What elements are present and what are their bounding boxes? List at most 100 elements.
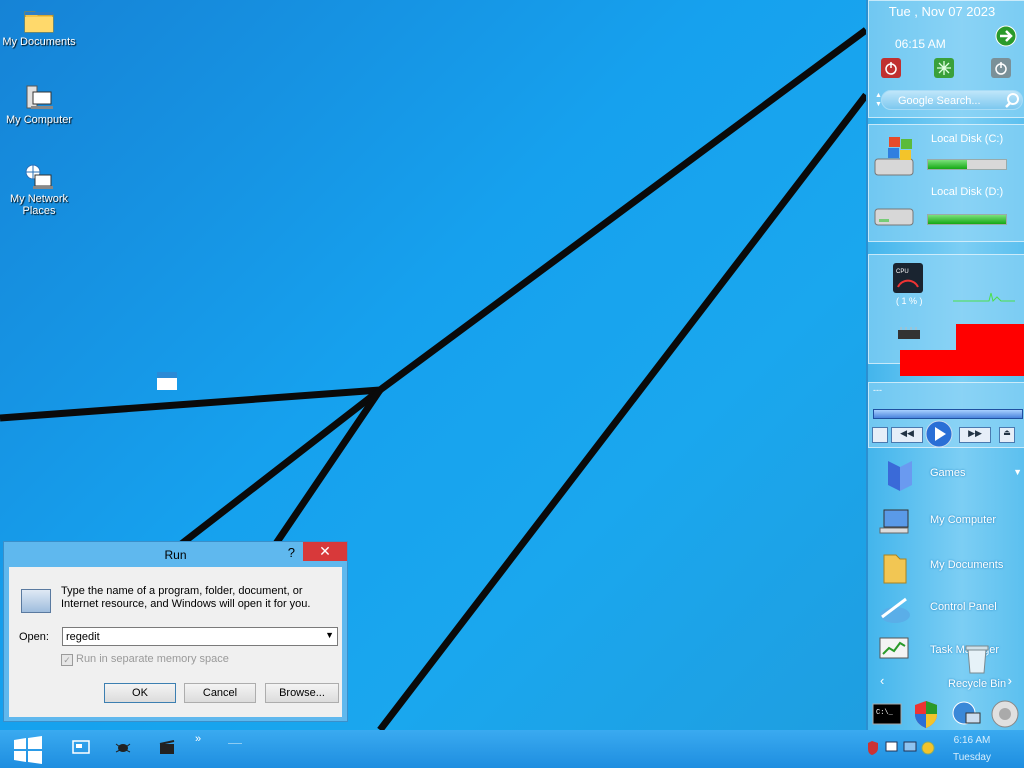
network-globe-icon[interactable] — [950, 699, 982, 729]
taskbar-clock[interactable]: 6:16 AM Tuesday — [944, 732, 1000, 766]
clock-day: Tuesday — [953, 752, 991, 763]
folder-icon — [23, 6, 55, 34]
network-icon — [903, 741, 917, 752]
clock-time: 6:16 AM — [953, 735, 991, 746]
power-icon[interactable] — [881, 58, 901, 78]
desktop-icon-my-computer[interactable]: My Computer — [0, 84, 78, 126]
clock-panel: Tue , Nov 07 2023 06:15 AM ▲ ▼ Google Sea… — [868, 0, 1024, 118]
restart-icon[interactable] — [934, 58, 954, 78]
disk-c-usage-fill — [928, 160, 967, 169]
close-button[interactable]: ✕ — [303, 542, 347, 561]
launcher-label: Control Panel — [930, 601, 997, 613]
taskbar: » 6:16 AM Tuesday — [0, 730, 1024, 768]
security-shield-icon[interactable] — [912, 699, 940, 729]
open-input[interactable] — [66, 629, 306, 644]
disk-panel: Local Disk (C:) Local Disk (D:) — [868, 124, 1024, 242]
scroll-right-icon[interactable]: › — [1008, 673, 1012, 688]
computer-icon — [879, 509, 909, 534]
open-combobox[interactable]: ▼ — [62, 627, 338, 646]
launcher-item-my-documents[interactable]: My Documents — [868, 547, 1024, 587]
desktop-icon-label: My Documents — [2, 36, 76, 48]
cpu-percent: ( 1 % ) — [896, 296, 923, 306]
disk-c-usage-bar — [927, 159, 1007, 170]
sidebar: Tue , Nov 07 2023 06:15 AM ▲ ▼ Google Sea… — [866, 0, 1024, 730]
disk-d-label: Local Disk (D:) — [931, 186, 1004, 198]
desktop-icon-label: My Network Places — [9, 193, 69, 217]
ok-button[interactable]: OK — [104, 683, 176, 703]
task-manager-icon — [879, 637, 909, 659]
quick-launch-bar: C:\_ — [868, 697, 1024, 730]
eject-icon[interactable]: ⏏ — [999, 427, 1015, 443]
rewind-icon[interactable]: ◀◀ — [891, 427, 923, 443]
arrow-right-icon[interactable] — [995, 25, 1017, 47]
update-icon — [921, 741, 935, 755]
desktop-icon-label: My Computer — [5, 114, 73, 126]
folder-icon — [883, 554, 907, 584]
separate-memory-checkbox: ✓ Run in separate memory space — [61, 653, 229, 666]
cpu-graph — [953, 292, 1015, 302]
cancel-button[interactable]: Cancel — [184, 683, 256, 703]
search-icon[interactable] — [1004, 92, 1020, 108]
taskbar-overflow-chevron[interactable]: » — [195, 733, 201, 745]
run-dialog[interactable]: Run ? ✕ Type the name of a program, fold… — [3, 541, 348, 722]
disk-d-usage-bar — [927, 214, 1007, 225]
desktop[interactable]: My Documents My Computer My Network Plac… — [0, 0, 866, 730]
run-icon — [21, 589, 51, 613]
disk-c-label: Local Disk (C:) — [931, 133, 1004, 145]
open-label: Open: — [19, 631, 49, 643]
browse-button[interactable]: Browse... — [265, 683, 339, 703]
launcher-item-task-manager[interactable]: Task Manager — [868, 632, 1024, 672]
monitor-icon — [885, 741, 898, 752]
show-desktop-icon[interactable] — [72, 739, 90, 755]
shield-icon — [868, 741, 878, 755]
sidebar-time: 06:15 AM — [895, 37, 946, 51]
system-tray — [868, 741, 935, 755]
chevron-down-icon[interactable]: ▼ — [1013, 467, 1022, 477]
speaker-icon[interactable] — [990, 699, 1020, 729]
clapper-icon[interactable] — [158, 739, 176, 755]
help-button[interactable]: ? — [288, 545, 295, 560]
launcher-item-games[interactable]: Games ▼ — [868, 455, 1024, 495]
memory-chip-icon — [898, 327, 920, 339]
cpu-gauge-icon: CPU — [893, 263, 923, 293]
checkbox-check-icon: ✓ — [61, 654, 73, 666]
taskbar-divider — [228, 743, 242, 744]
ram-usage-bar-upper — [956, 324, 1024, 350]
run-dialog-title: Run — [164, 548, 187, 562]
launcher-label: Games — [930, 467, 966, 479]
media-panel: --- ◀◀ ▶▶ ⏏ — [868, 382, 1024, 448]
windows-drive-icon — [874, 137, 914, 176]
disk-d-usage-fill — [928, 215, 1006, 224]
control-panel-icon — [880, 597, 910, 623]
scroll-left-icon[interactable]: ‹ — [880, 673, 884, 688]
desktop-icon-my-network-places[interactable]: My Network Places — [0, 163, 78, 217]
command-prompt-icon[interactable]: C:\_ — [872, 702, 902, 726]
cpu-gauge-label: CPU — [896, 269, 909, 275]
launcher-item-my-computer[interactable]: My Computer — [868, 502, 1024, 542]
games-icon — [888, 461, 912, 491]
run-dialog-body: Type the name of a program, folder, docu… — [9, 567, 342, 717]
launcher-label: My Documents — [930, 559, 1004, 571]
chevron-down-icon[interactable]: ▼ — [325, 630, 334, 640]
windows-start-icon[interactable] — [12, 736, 44, 764]
svg-text:C:\_: C:\_ — [876, 709, 894, 717]
play-icon[interactable] — [925, 420, 953, 448]
launcher-label: My Computer — [930, 514, 997, 526]
shutdown-icon[interactable] — [991, 58, 1011, 78]
ram-usage-bar-lower — [900, 350, 1024, 376]
search-input[interactable]: Google Search... — [881, 90, 1023, 110]
media-seek-bar[interactable] — [873, 409, 1023, 419]
computer-icon — [23, 84, 55, 112]
stop-icon[interactable] — [872, 427, 888, 443]
run-prompt: Type the name of a program, folder, docu… — [61, 585, 311, 610]
recycle-bin-label[interactable]: Recycle Bin — [948, 678, 1006, 690]
checkbox-label: Run in separate memory space — [76, 653, 229, 665]
run-title-bar[interactable]: Run ? ✕ — [4, 542, 347, 564]
desktop-icon-my-documents[interactable]: My Documents — [0, 6, 78, 48]
network-icon — [23, 163, 55, 191]
drive-icon — [874, 208, 914, 226]
bug-tool-icon[interactable] — [114, 739, 132, 755]
fast-forward-icon[interactable]: ▶▶ — [959, 427, 991, 443]
launcher-item-control-panel[interactable]: Control Panel — [868, 589, 1024, 629]
window-thumbnail[interactable] — [157, 372, 177, 390]
